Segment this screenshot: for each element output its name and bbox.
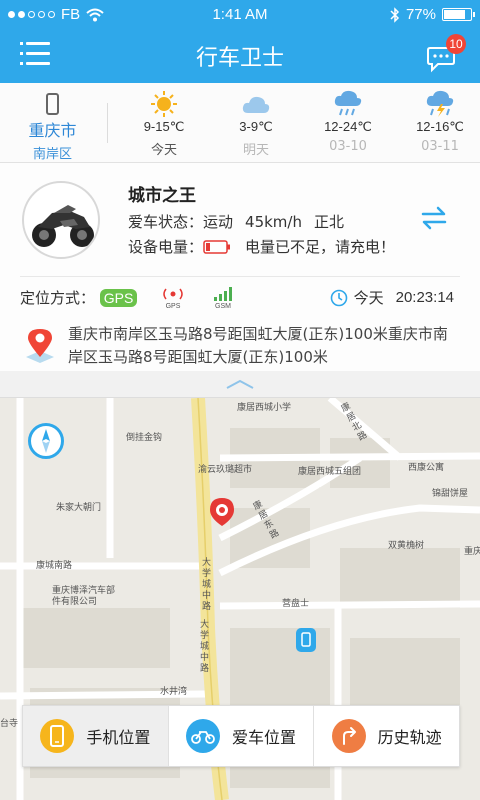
motorcycle-icon: [186, 719, 220, 753]
chevron-up-icon: [226, 379, 254, 389]
page-title: 行车卫士: [195, 46, 284, 71]
bluetooth-icon: [390, 6, 400, 23]
thunder-rain-icon: [426, 90, 454, 117]
battery-icon: [442, 8, 475, 21]
city-name: 重庆市: [28, 121, 77, 140]
compass-icon: [42, 429, 50, 453]
clock-icon: [330, 289, 347, 306]
vehicle-name: 城市之王: [128, 186, 196, 206]
motorcycle-image: [32, 205, 94, 247]
compass-button[interactable]: [28, 423, 64, 459]
status-bar: FB 1:41 AM 77%: [0, 0, 480, 30]
gps-signal-icon: [163, 288, 183, 300]
vehicle-marker-icon[interactable]: [208, 496, 236, 528]
forecast-day: 12-24℃ 03-10: [302, 83, 394, 163]
forecast-day: 12-16℃ 03-11: [394, 83, 480, 163]
location-pin-icon: [26, 329, 54, 363]
cloudy-icon: [242, 96, 270, 113]
collapse-panel-button[interactable]: [0, 371, 480, 398]
device-battery-row: 设备电量： 电量已不足，请充电！: [128, 238, 396, 256]
tab-vehicle-location[interactable]: 爱车位置: [169, 706, 315, 766]
app-header: FB 1:41 AM 77% 行车卫士 10: [0, 0, 480, 83]
message-count-badge: 10: [446, 34, 466, 54]
phone-marker-icon[interactable]: [294, 626, 318, 654]
messages-button[interactable]: 10: [426, 34, 466, 73]
battery-percent: 77%: [405, 6, 436, 23]
vehicle-avatar[interactable]: [22, 181, 100, 259]
gsm-signal: GSM: [210, 287, 236, 310]
battery-warning-text: 电量已不足，请充电！: [245, 238, 396, 256]
rain-icon: [334, 90, 362, 116]
phone-icon: [46, 93, 59, 115]
divider: [107, 103, 108, 143]
district-name: 南岸区: [32, 147, 72, 162]
phone-location-icon: [40, 719, 75, 753]
gps-signal: GPS: [160, 287, 186, 310]
city-selector[interactable]: 重庆市 南岸区: [0, 83, 105, 163]
bottom-tab-bar: 手机位置 爱车位置 历史轨迹: [22, 705, 460, 767]
low-battery-icon: [203, 239, 231, 254]
forecast-day: 9-15℃ 今天: [118, 83, 210, 163]
history-track-icon: [331, 719, 366, 753]
gsm-signal-icon: [214, 287, 232, 301]
forecast-day: 3-9℃ 明天: [210, 83, 302, 163]
divider: [20, 276, 460, 277]
vehicle-info-card: 城市之王 爱车状态： 运动 45km/h 正北 设备电量： 电量已不足，请充电！ …: [0, 163, 480, 371]
location-time: 今天 20:23:14: [330, 287, 454, 308]
current-address: 重庆市南岸区玉马路8号距国虹大厦(正东)100米重庆市南岸区玉马路8号距国虹大厦…: [68, 325, 448, 366]
tab-history-track[interactable]: 历史轨迹: [314, 706, 459, 766]
tab-phone-location[interactable]: 手机位置: [23, 706, 169, 766]
swap-vehicle-icon[interactable]: [420, 205, 448, 231]
vehicle-status-row: 爱车状态： 运动 45km/h 正北: [128, 212, 344, 232]
gps-mode-badge: GPS: [99, 289, 138, 307]
sunny-icon: [151, 91, 177, 117]
location-method-row: 定位方式： GPS GPS GSM 今天 20:23:14: [20, 287, 454, 310]
weather-strip: 重庆市 南岸区 9-15℃ 今天 3-9℃ 明天 12-24℃ 03-10 12…: [0, 83, 480, 163]
